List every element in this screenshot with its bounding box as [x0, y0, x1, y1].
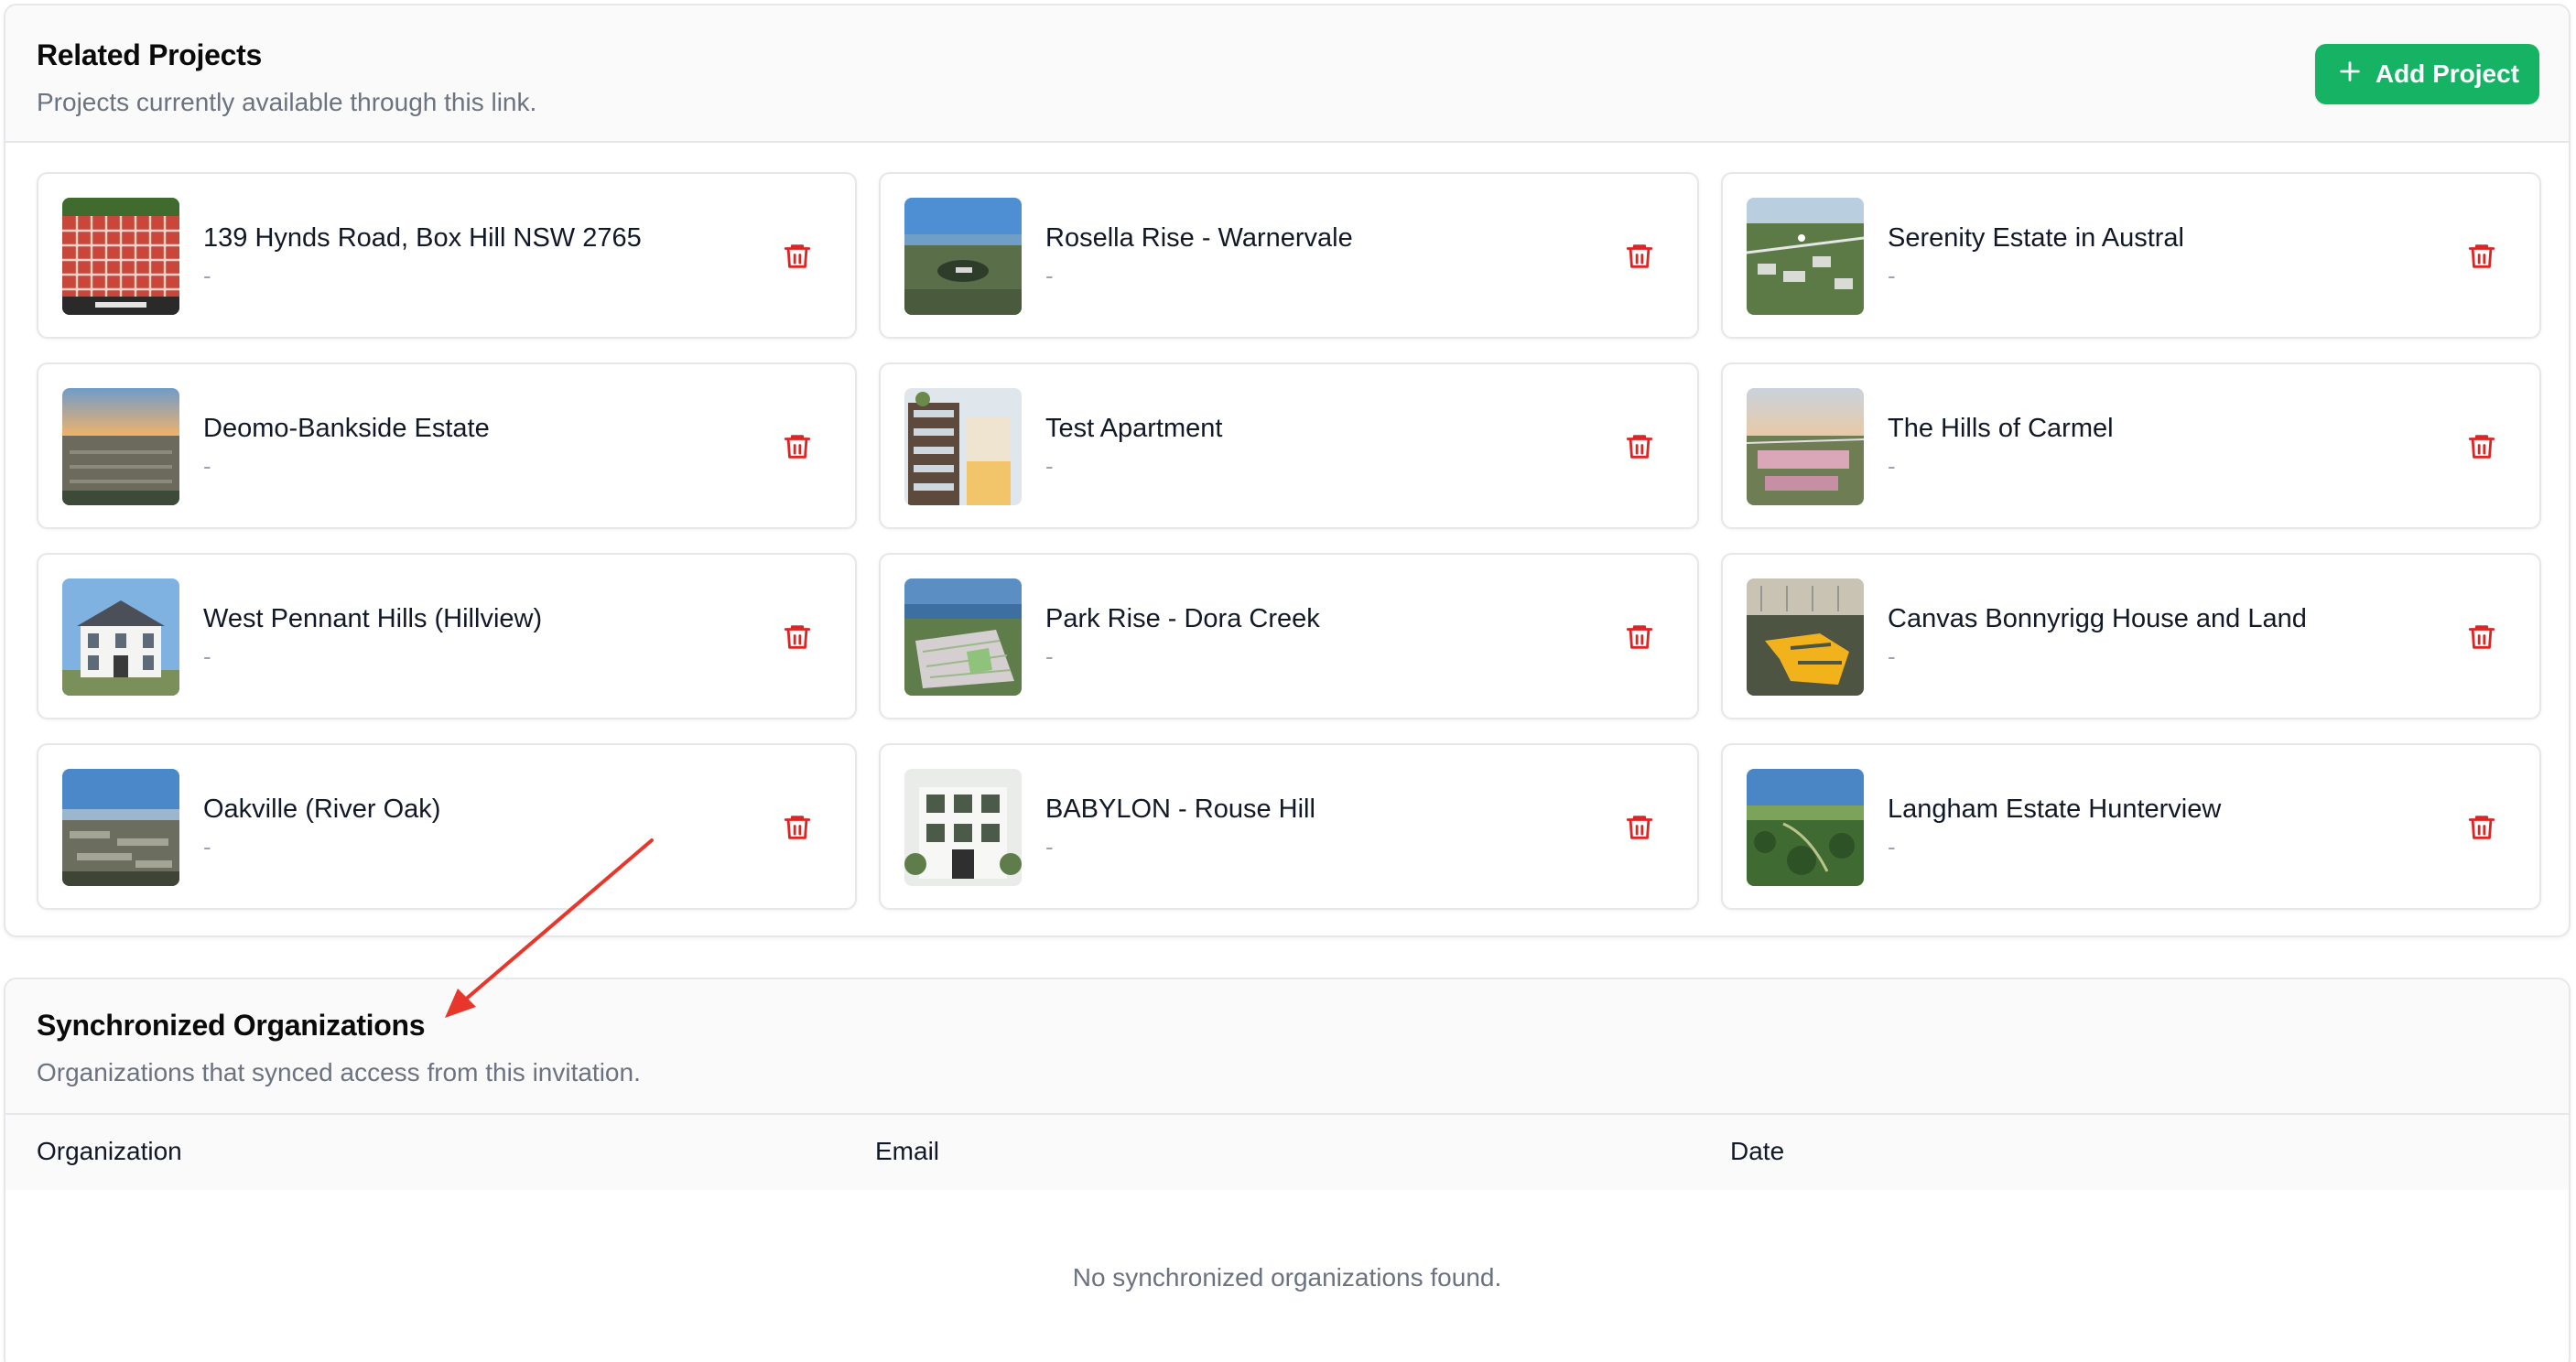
delete-project-button[interactable] — [782, 431, 813, 462]
synchronized-organizations-panel: Synchronized Organizations Organizations… — [4, 978, 2571, 1362]
sync-table-header: Organization Email Date — [5, 1115, 2569, 1190]
project-card[interactable]: Oakville (River Oak) - — [37, 743, 857, 910]
project-thumbnail — [1747, 578, 1864, 696]
project-name: Deomo-Bankside Estate — [203, 414, 490, 443]
project-card[interactable]: Deomo-Bankside Estate - — [37, 362, 857, 529]
add-project-button[interactable]: Add Project — [2314, 44, 2539, 104]
column-date: Date — [1730, 1137, 1785, 1165]
related-projects-title: Related Projects — [37, 38, 262, 71]
trash-icon — [784, 244, 811, 268]
delete-project-button[interactable] — [782, 622, 813, 653]
column-organization: Organization — [37, 1137, 182, 1165]
project-thumbnail — [62, 578, 179, 696]
project-subtitle: - — [1045, 452, 1054, 480]
project-name: BABYLON - Rouse Hill — [1045, 794, 1315, 824]
project-card[interactable]: West Pennant Hills (Hillview) - — [37, 553, 857, 719]
project-name: Oakville (River Oak) — [203, 794, 441, 824]
project-thumbnail — [62, 388, 179, 505]
trash-icon — [784, 435, 811, 459]
project-subtitle: - — [1888, 262, 1896, 289]
project-name: Park Rise - Dora Creek — [1045, 604, 1320, 633]
delete-project-button[interactable] — [1624, 241, 1655, 272]
delete-project-button[interactable] — [1624, 812, 1655, 843]
project-card[interactable]: Canvas Bonnyrigg House and Land - — [1721, 553, 2541, 719]
delete-project-button[interactable] — [2466, 622, 2497, 653]
project-thumbnail — [1747, 198, 1864, 315]
project-thumbnail — [1747, 388, 1864, 505]
project-name: West Pennant Hills (Hillview) — [203, 604, 543, 633]
add-project-label: Add Project — [2375, 59, 2519, 88]
trash-icon — [2468, 435, 2495, 459]
trash-icon — [1626, 435, 1653, 459]
trash-icon — [2468, 625, 2495, 649]
project-subtitle: - — [203, 262, 211, 289]
project-subtitle: - — [1045, 833, 1054, 860]
delete-project-button[interactable] — [2466, 241, 2497, 272]
related-projects-subtitle: Projects currently available through thi… — [37, 88, 537, 116]
project-name: Langham Estate Hunterview — [1888, 794, 2222, 824]
project-thumbnail — [904, 769, 1022, 886]
trash-icon — [1626, 625, 1653, 649]
project-subtitle: - — [1045, 643, 1054, 670]
project-thumbnail — [1747, 769, 1864, 886]
delete-project-button[interactable] — [1624, 622, 1655, 653]
delete-project-button[interactable] — [2466, 812, 2497, 843]
project-card[interactable]: BABYLON - Rouse Hill - — [879, 743, 1699, 910]
related-projects-panel: Related Projects Projects currently avai… — [4, 4, 2571, 937]
project-card[interactable]: Serenity Estate in Austral - — [1721, 172, 2541, 339]
project-name: Serenity Estate in Austral — [1888, 223, 2184, 253]
project-subtitle: - — [1888, 833, 1896, 860]
delete-project-button[interactable] — [1624, 431, 1655, 462]
project-subtitle: - — [1888, 452, 1896, 480]
trash-icon — [784, 816, 811, 839]
project-card[interactable]: Test Apartment - — [879, 362, 1699, 529]
trash-icon — [1626, 244, 1653, 268]
project-thumbnail — [904, 198, 1022, 315]
project-subtitle: - — [1888, 643, 1896, 670]
project-thumbnail — [62, 769, 179, 886]
sync-title: Synchronized Organizations — [37, 1009, 426, 1042]
project-card[interactable]: Park Rise - Dora Creek - — [879, 553, 1699, 719]
trash-icon — [2468, 816, 2495, 839]
project-thumbnail — [904, 578, 1022, 696]
project-thumbnail — [62, 198, 179, 315]
project-subtitle: - — [203, 452, 211, 480]
project-subtitle: - — [203, 833, 211, 860]
related-projects-header: Related Projects Projects currently avai… — [5, 5, 2569, 143]
empty-state-message: No synchronized organizations found. — [1072, 1263, 1502, 1292]
delete-project-button[interactable] — [782, 241, 813, 272]
project-name: Test Apartment — [1045, 414, 1223, 443]
trash-icon — [2468, 244, 2495, 268]
project-subtitle: - — [203, 643, 211, 670]
trash-icon — [1626, 816, 1653, 839]
project-card[interactable]: The Hills of Carmel - — [1721, 362, 2541, 529]
project-card[interactable]: Langham Estate Hunterview - — [1721, 743, 2541, 910]
project-grid: 139 Hynds Road, Box Hill NSW 2765 - Rose… — [37, 172, 2545, 910]
project-name: Canvas Bonnyrigg House and Land — [1888, 604, 2307, 633]
project-name: The Hills of Carmel — [1888, 414, 2114, 443]
delete-project-button[interactable] — [2466, 431, 2497, 462]
trash-icon — [784, 625, 811, 649]
delete-project-button[interactable] — [782, 812, 813, 843]
project-thumbnail — [904, 388, 1022, 505]
plus-icon — [2337, 59, 2363, 91]
project-subtitle: - — [1045, 262, 1054, 289]
project-card[interactable]: 139 Hynds Road, Box Hill NSW 2765 - — [37, 172, 857, 339]
project-card[interactable]: Rosella Rise - Warnervale - — [879, 172, 1699, 339]
project-name: 139 Hynds Road, Box Hill NSW 2765 — [203, 223, 642, 253]
sync-subtitle: Organizations that synced access from th… — [37, 1058, 641, 1086]
project-name: Rosella Rise - Warnervale — [1045, 223, 1353, 253]
sync-header: Synchronized Organizations Organizations… — [5, 979, 2569, 1115]
column-email: Email — [875, 1137, 940, 1165]
